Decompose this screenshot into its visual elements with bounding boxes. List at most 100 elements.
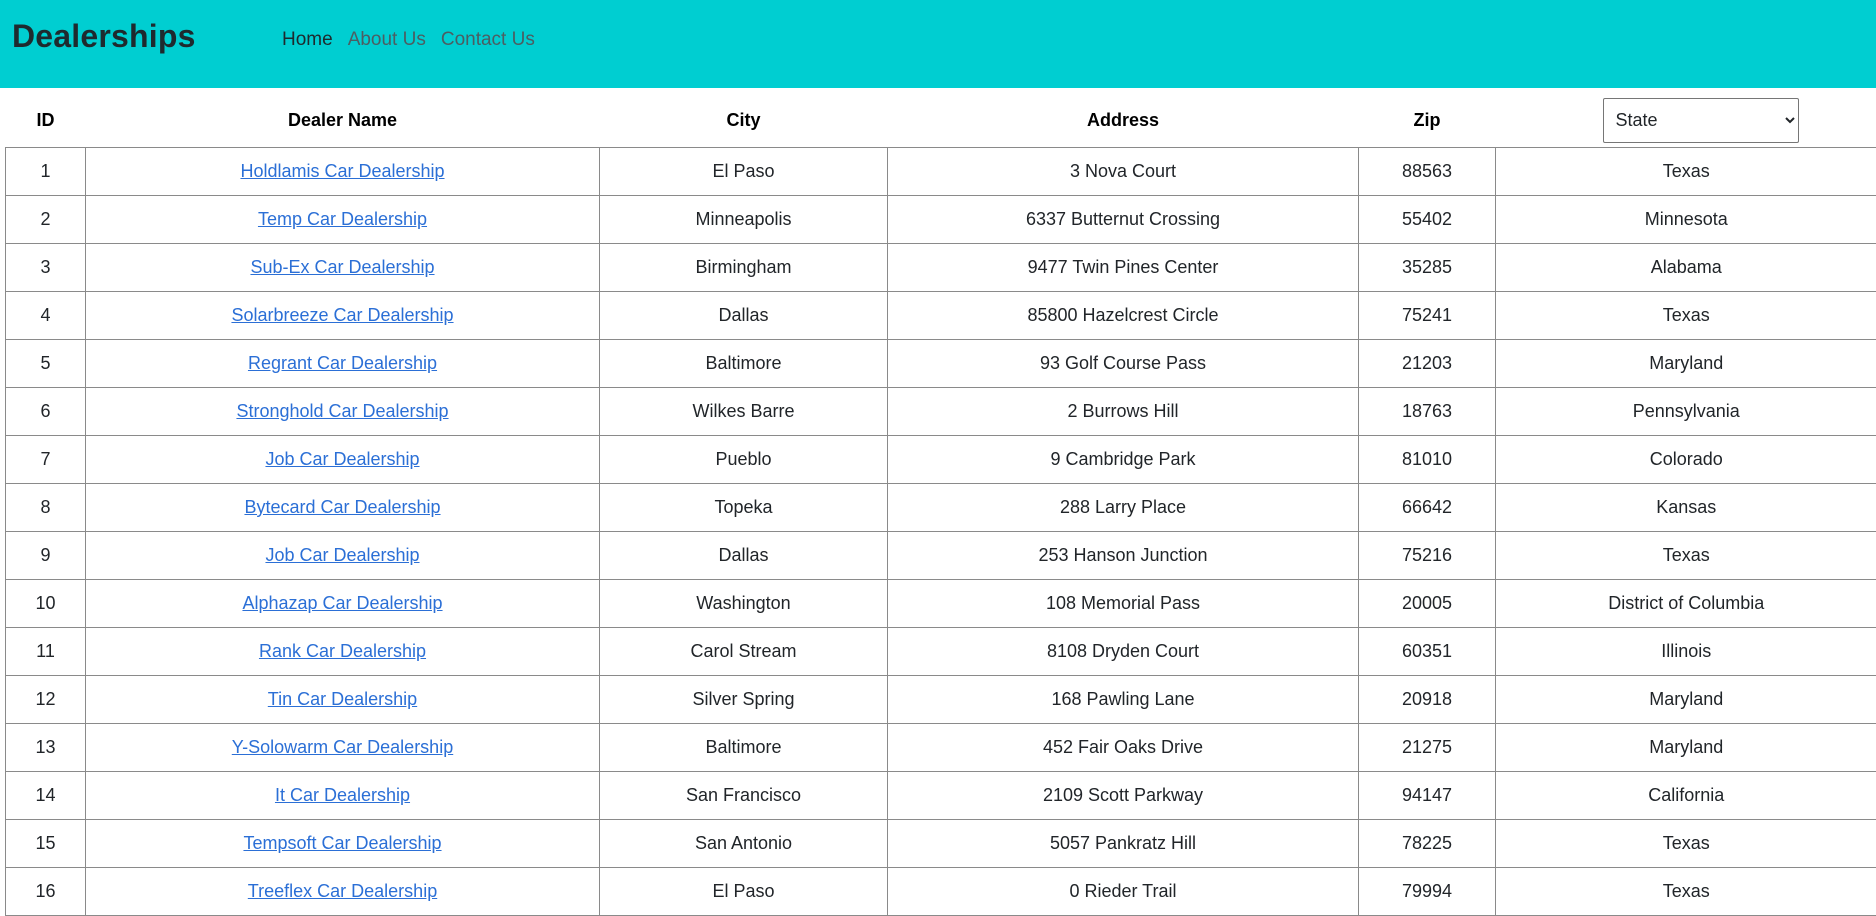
dealer-name-link[interactable]: Alphazap Car Dealership [242,593,442,613]
cell-id: 3 [6,244,86,292]
cell-zip: 66642 [1359,484,1496,532]
cell-city: Minneapolis [600,196,888,244]
cell-address: 85800 Hazelcrest Circle [888,292,1359,340]
header-city: City [600,93,888,148]
dealers-table: ID Dealer Name City Address Zip State 1H… [5,93,1876,916]
cell-zip: 78225 [1359,820,1496,868]
cell-dealer-name: Solarbreeze Car Dealership [86,292,600,340]
cell-zip: 20918 [1359,676,1496,724]
cell-city: El Paso [600,868,888,916]
cell-address: 108 Memorial Pass [888,580,1359,628]
cell-zip: 81010 [1359,436,1496,484]
dealer-name-link[interactable]: Y-Solowarm Car Dealership [232,737,453,757]
header-state-filter: State [1496,93,1876,148]
cell-zip: 20005 [1359,580,1496,628]
cell-address: 8108 Dryden Court [888,628,1359,676]
cell-id: 5 [6,340,86,388]
nav-link-contact-us[interactable]: Contact Us [441,29,535,51]
cell-dealer-name: Rank Car Dealership [86,628,600,676]
cell-address: 9477 Twin Pines Center [888,244,1359,292]
table-body: 1Holdlamis Car DealershipEl Paso3 Nova C… [6,148,1876,916]
header-address: Address [888,93,1359,148]
cell-zip: 79994 [1359,868,1496,916]
navbar: Dealerships Home About Us Contact Us [0,0,1876,88]
cell-id: 8 [6,484,86,532]
dealer-name-link[interactable]: Tin Car Dealership [268,689,417,709]
cell-dealer-name: Regrant Car Dealership [86,340,600,388]
cell-state: Texas [1496,868,1876,916]
cell-city: Dallas [600,292,888,340]
cell-address: 2109 Scott Parkway [888,772,1359,820]
cell-zip: 88563 [1359,148,1496,196]
cell-zip: 18763 [1359,388,1496,436]
dealer-name-link[interactable]: Temp Car Dealership [258,209,427,229]
cell-state: Maryland [1496,340,1876,388]
cell-id: 11 [6,628,86,676]
dealer-name-link[interactable]: Holdlamis Car Dealership [240,161,444,181]
cell-city: Washington [600,580,888,628]
cell-state: Pennsylvania [1496,388,1876,436]
table-row: 10 Alphazap Car Dealership Washington108 M… [6,580,1876,628]
dealer-name-link[interactable]: It Car Dealership [275,785,410,805]
state-filter-select[interactable]: State [1603,98,1799,143]
cell-id: 10 [6,580,86,628]
cell-dealer-name: Temp Car Dealership [86,196,600,244]
cell-id: 14 [6,772,86,820]
cell-state: California [1496,772,1876,820]
cell-dealer-name: Alphazap Car Dealership [86,580,600,628]
cell-zip: 21275 [1359,724,1496,772]
dealer-name-link[interactable]: Solarbreeze Car Dealership [231,305,453,325]
dealer-name-link[interactable]: Rank Car Dealership [259,641,426,661]
cell-state: District of Columbia [1496,580,1876,628]
nav-link-home[interactable]: Home [282,29,333,51]
dealer-name-link[interactable]: Job Car Dealership [265,545,419,565]
dealer-name-link[interactable]: Tempsoft Car Dealership [243,833,441,853]
cell-address: 9 Cambridge Park [888,436,1359,484]
table-row: 4Solarbreeze Car DealershipDallas85800 H… [6,292,1876,340]
cell-id: 9 [6,532,86,580]
cell-address: 0 Rieder Trail [888,868,1359,916]
cell-address: 452 Fair Oaks Drive [888,724,1359,772]
dealer-name-link[interactable]: Regrant Car Dealership [248,353,437,373]
dealers-table-container: ID Dealer Name City Address Zip State 1H… [5,93,1876,916]
table-row: 2Temp Car DealershipMinneapolis6337 Butt… [6,196,1876,244]
cell-dealer-name: It Car Dealership [86,772,600,820]
cell-state: Minnesota [1496,196,1876,244]
dealer-name-link[interactable]: Treeflex Car Dealership [248,881,437,901]
cell-address: 288 Larry Place [888,484,1359,532]
table-row: 9Job Car DealershipDallas253 Hanson Junc… [6,532,1876,580]
cell-id: 6 [6,388,86,436]
cell-state: Alabama [1496,244,1876,292]
cell-id: 12 [6,676,86,724]
table-row: 12Tin Car DealershipSilver Spring168 Paw… [6,676,1876,724]
table-row: 13 Y-Solowarm Car Dealership Baltimore452 … [6,724,1876,772]
cell-address: 6337 Butternut Crossing [888,196,1359,244]
brand-title[interactable]: Dealerships [12,18,196,55]
cell-zip: 94147 [1359,772,1496,820]
dealer-name-link[interactable]: Stronghold Car Dealership [236,401,448,421]
cell-zip: 21203 [1359,340,1496,388]
nav-link-about-us[interactable]: About Us [348,29,426,51]
cell-dealer-name: Job Car Dealership [86,436,600,484]
cell-state: Texas [1496,532,1876,580]
cell-state: Colorado [1496,436,1876,484]
cell-zip: 75241 [1359,292,1496,340]
cell-state: Texas [1496,148,1876,196]
cell-city: El Paso [600,148,888,196]
cell-dealer-name: Bytecard Car Dealership [86,484,600,532]
cell-state: Maryland [1496,724,1876,772]
dealer-name-link[interactable]: Sub-Ex Car Dealership [250,257,434,277]
cell-id: 15 [6,820,86,868]
header-id: ID [6,93,86,148]
dealer-name-link[interactable]: Job Car Dealership [265,449,419,469]
header-zip: Zip [1359,93,1496,148]
cell-dealer-name: Sub-Ex Car Dealership [86,244,600,292]
table-row: 15Tempsoft Car DealershipSan Antonio5057… [6,820,1876,868]
cell-city: Birmingham [600,244,888,292]
cell-city: Baltimore [600,724,888,772]
cell-id: 13 [6,724,86,772]
cell-id: 1 [6,148,86,196]
table-row: 16Treeflex Car DealershipEl Paso0 Rieder… [6,868,1876,916]
dealer-name-link[interactable]: Bytecard Car Dealership [244,497,440,517]
cell-id: 7 [6,436,86,484]
